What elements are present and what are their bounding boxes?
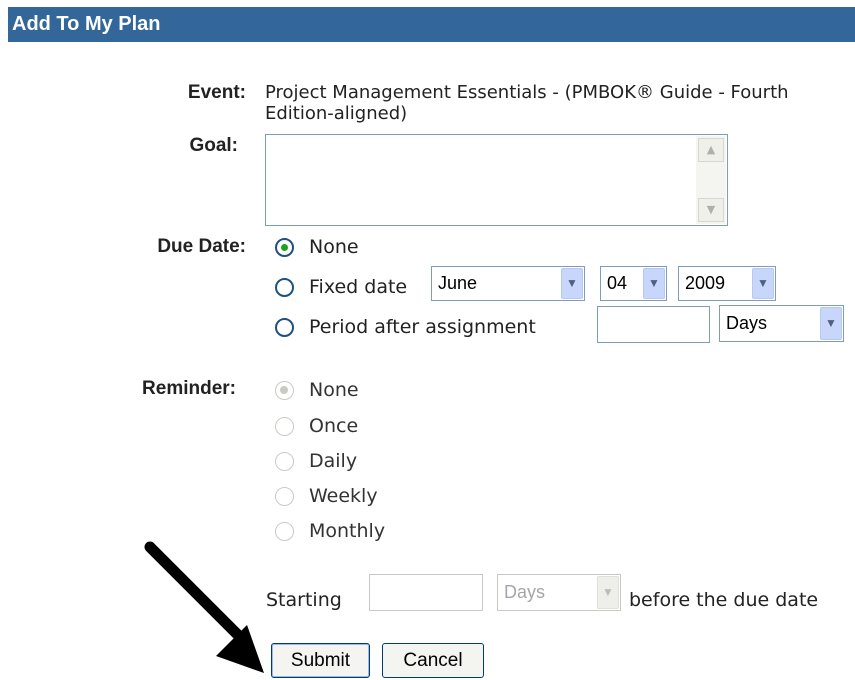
page-title: Add To My Plan xyxy=(8,7,855,42)
fixed-month-select[interactable]: June ▼ xyxy=(431,266,585,301)
chevron-up-icon[interactable]: ▲ xyxy=(698,138,724,162)
period-value-input[interactable] xyxy=(597,306,710,343)
arrow-icon xyxy=(144,541,264,673)
starting-value-input[interactable] xyxy=(369,574,483,611)
due-date-label: Due Date: xyxy=(157,236,246,257)
chevron-down-icon[interactable]: ▼ xyxy=(752,268,774,299)
chevron-down-icon[interactable]: ▼ xyxy=(820,307,842,340)
reminder-label: Reminder: xyxy=(142,378,236,399)
chevron-down-icon[interactable]: ▼ xyxy=(698,198,724,222)
due-date-period-radio[interactable] xyxy=(275,318,294,337)
period-unit-value: Days xyxy=(726,313,768,333)
chevron-down-icon[interactable]: ▼ xyxy=(643,268,665,299)
reminder-monthly-radio[interactable] xyxy=(275,522,294,541)
starting-unit-value: Days xyxy=(504,582,546,602)
submit-button[interactable]: Submit xyxy=(271,643,370,678)
goal-label: Goal: xyxy=(189,135,238,156)
goal-scrollbar[interactable]: ▲ ▼ xyxy=(696,136,726,224)
reminder-weekly-radio[interactable] xyxy=(275,487,294,506)
reminder-option-none: None xyxy=(309,379,359,401)
radio-dot xyxy=(280,386,288,394)
event-value: Project Management Essentials - (PMBOK® … xyxy=(265,82,789,124)
fixed-year-value: 2009 xyxy=(685,273,726,293)
chevron-down-icon[interactable]: ▼ xyxy=(561,268,583,299)
due-date-none-label: None xyxy=(309,236,359,258)
due-date-fixed-label: Fixed date xyxy=(309,276,408,298)
period-unit-select[interactable]: Days ▼ xyxy=(719,305,844,342)
reminder-daily-radio[interactable] xyxy=(275,452,294,471)
fixed-day-select[interactable]: 04 ▼ xyxy=(600,266,667,301)
cancel-button[interactable]: Cancel xyxy=(382,643,484,678)
starting-label: Starting xyxy=(266,589,342,611)
goal-textarea[interactable]: ▲ ▼ xyxy=(265,134,728,226)
fixed-day-value: 04 xyxy=(607,273,628,293)
due-date-period-label: Period after assignment xyxy=(309,316,536,338)
fixed-month-value: June xyxy=(438,273,478,293)
event-label: Event: xyxy=(187,82,246,103)
reminder-option-monthly: Monthly xyxy=(309,520,386,542)
reminder-once-radio[interactable] xyxy=(275,417,294,436)
reminder-option-weekly: Weekly xyxy=(309,485,378,507)
fixed-year-select[interactable]: 2009 ▼ xyxy=(678,266,776,301)
reminder-option-once: Once xyxy=(309,415,359,437)
starting-suffix: before the due date xyxy=(629,589,819,611)
due-date-none-radio[interactable] xyxy=(275,238,294,257)
starting-unit-select[interactable]: Days ▼ xyxy=(497,574,621,611)
due-date-fixed-radio[interactable] xyxy=(275,278,294,297)
chevron-down-icon[interactable]: ▼ xyxy=(597,576,619,609)
reminder-option-daily: Daily xyxy=(309,450,358,472)
radio-dot xyxy=(281,244,288,251)
reminder-none-radio[interactable] xyxy=(275,381,294,400)
